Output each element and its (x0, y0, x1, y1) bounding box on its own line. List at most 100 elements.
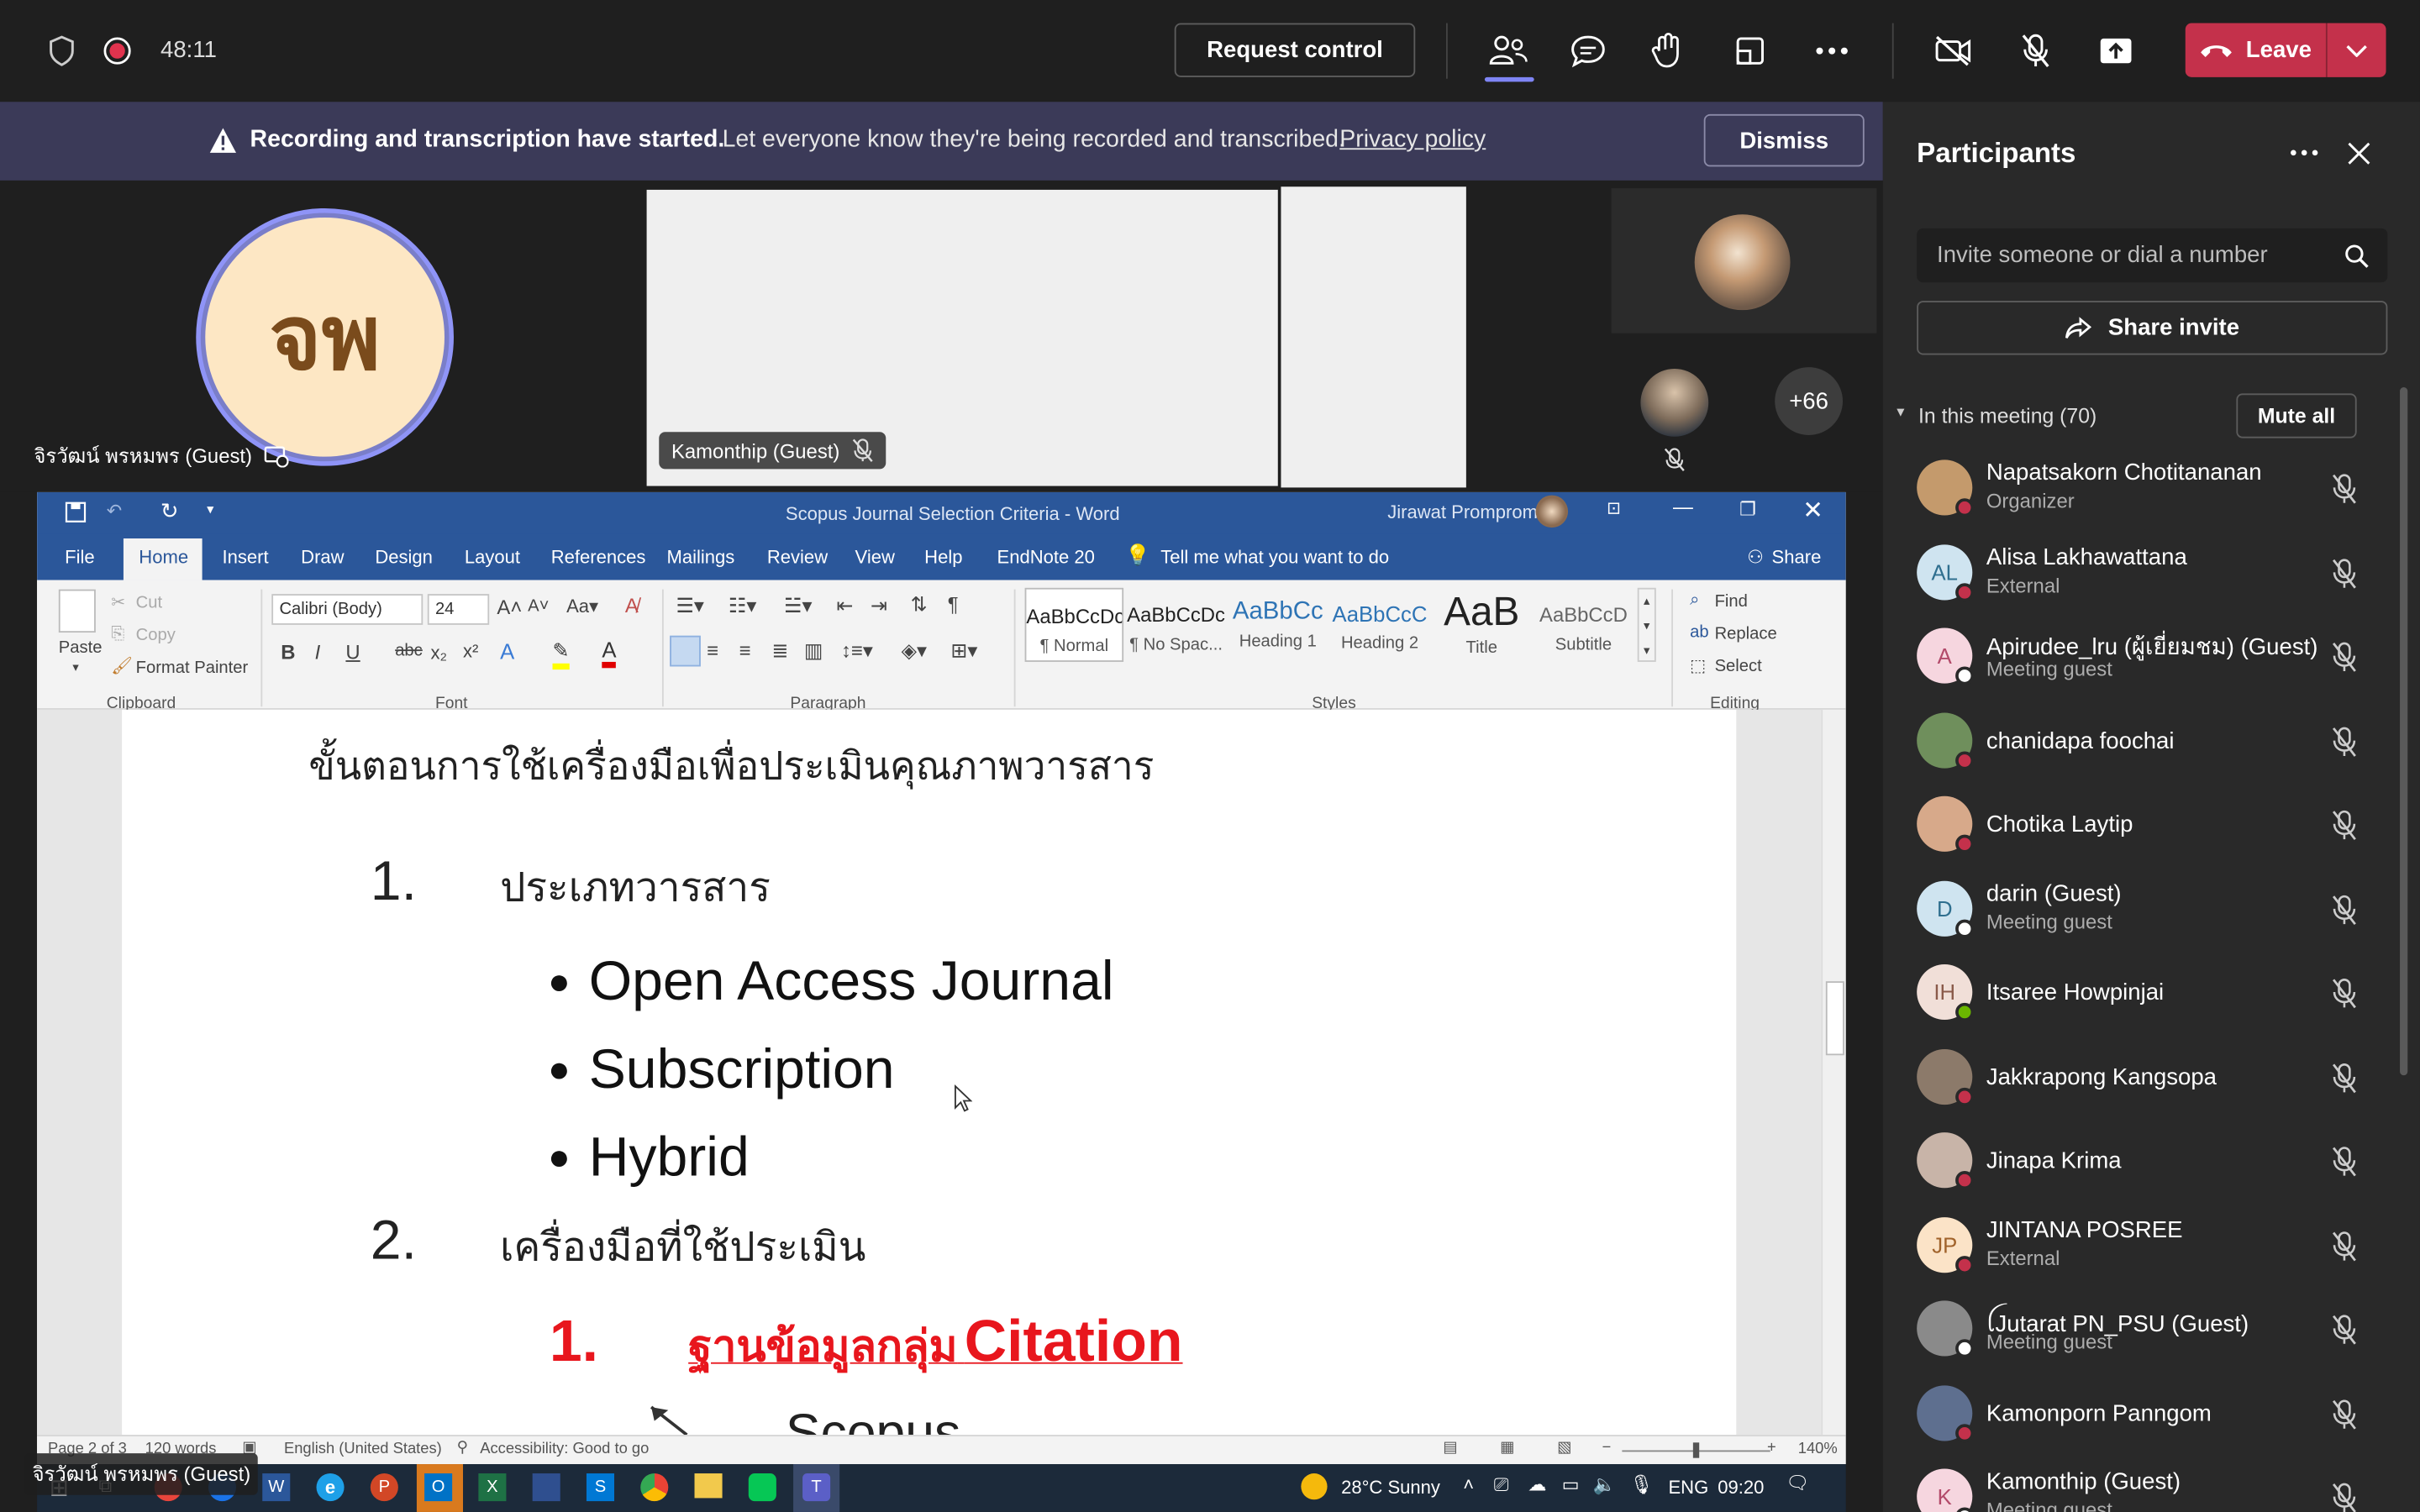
tell-me-search[interactable]: Tell me what you want to do (1160, 546, 1389, 568)
more-options-icon[interactable] (1806, 24, 1858, 76)
style-normal[interactable]: AaBbCcDc ¶ Normal (1024, 587, 1124, 662)
more-participants-badge[interactable]: +66 (1775, 367, 1844, 435)
paste-button[interactable]: Paste (59, 638, 103, 657)
accessibility-status[interactable]: Accessibility: Good to go (480, 1441, 649, 1457)
zoom-level[interactable]: 140% (1798, 1441, 1838, 1457)
word-app-icon[interactable]: W (262, 1473, 291, 1502)
mute-all-button[interactable]: Mute all (2236, 393, 2357, 438)
line-app-icon[interactable] (748, 1473, 776, 1502)
clear-formatting-icon[interactable]: A̸ (625, 594, 639, 617)
cloud-icon[interactable]: ☁ (1528, 1473, 1546, 1495)
participant-row[interactable]: Jinapa Krima (1917, 1132, 2380, 1215)
document-page[interactable]: ขั้นตอนการใช้เครื่องมือเพื่อประเมินคุณภา… (122, 709, 1737, 1436)
cut-button[interactable]: Cut (136, 594, 162, 612)
view-icon[interactable] (1724, 24, 1776, 76)
input-language[interactable]: ENG (1668, 1477, 1708, 1499)
camera-off-icon[interactable] (1928, 24, 1980, 76)
invite-search-input[interactable]: Invite someone or dial a number (1917, 228, 2388, 283)
people-icon[interactable] (1481, 24, 1534, 76)
justify-icon[interactable]: ≣ (771, 638, 788, 663)
video-tile[interactable] (1281, 186, 1466, 488)
increase-indent-icon[interactable]: ⇥ (871, 594, 887, 618)
participant-row[interactable]: IH Itsaree Howpinjai (1917, 963, 2380, 1047)
tab-layout[interactable]: Layout (465, 546, 520, 568)
search-icon[interactable] (2344, 244, 2369, 268)
edge-app-icon[interactable]: e (316, 1473, 345, 1502)
notifications-icon[interactable]: 🗨 (1786, 1472, 1809, 1494)
privacy-policy-link[interactable]: Privacy policy (1339, 127, 1486, 155)
volume-icon[interactable]: 🔈 (1592, 1473, 1615, 1495)
align-center-icon[interactable]: ≡ (707, 638, 718, 662)
strikethrough-icon[interactable]: abc (395, 642, 423, 660)
participant-avatar[interactable] (1640, 368, 1709, 437)
participant-row[interactable]: chanidapa foochai (1917, 712, 2380, 796)
participant-row[interactable]: Jakkrapong Kangsopa (1917, 1048, 2380, 1132)
numbering-icon[interactable]: ☷▾ (729, 594, 756, 618)
zoom-out-icon[interactable]: − (1602, 1440, 1611, 1457)
read-mode-icon[interactable]: ▤ (1443, 1440, 1457, 1457)
align-right-icon[interactable]: ≡ (739, 638, 751, 662)
weather-text[interactable]: 28°C Sunny (1341, 1477, 1440, 1499)
grow-font-icon[interactable]: A˄ (497, 596, 522, 619)
style-title[interactable]: AaB Title (1432, 588, 1531, 662)
styles-scroll[interactable]: ▴ ▾ ▾ (1637, 587, 1656, 662)
restore-icon[interactable]: ❐ (1739, 498, 1756, 520)
share-button[interactable]: Share (1772, 546, 1822, 568)
tab-references[interactable]: References (551, 546, 646, 568)
close-panel-icon[interactable] (2348, 142, 2371, 165)
style-no-spacing[interactable]: AaBbCcDc ¶ No Spac... (1127, 588, 1226, 662)
sort-icon[interactable]: ⇅ (911, 592, 928, 617)
clock[interactable]: 09:20 (1718, 1477, 1764, 1499)
mic-off-icon[interactable] (2328, 1230, 2361, 1263)
print-layout-icon[interactable]: ▦ (1500, 1440, 1514, 1457)
tab-file[interactable]: File (65, 546, 95, 568)
tab-mailings[interactable]: Mailings (666, 546, 734, 568)
align-left-icon[interactable] (670, 635, 701, 667)
format-painter-button[interactable]: Format Painter (136, 659, 249, 677)
microphone-icon[interactable]: 🎙 (1630, 1473, 1654, 1495)
mic-off-icon[interactable] (2328, 808, 2361, 842)
shrink-font-icon[interactable]: A˅ (528, 597, 549, 616)
undo-icon[interactable]: ↶ (107, 500, 122, 522)
multilevel-list-icon[interactable]: ☱▾ (784, 594, 812, 618)
underline-icon[interactable]: U (345, 640, 360, 664)
style-subtitle[interactable]: AaBbCcD Subtitle (1534, 588, 1634, 662)
app-icon[interactable]: S (586, 1473, 615, 1502)
save-icon[interactable] (65, 501, 87, 523)
zoom-in-icon[interactable]: + (1767, 1440, 1776, 1457)
select-button[interactable]: Select (1715, 657, 1762, 675)
tab-review[interactable]: Review (767, 546, 828, 568)
redo-icon[interactable]: ↻ (160, 498, 179, 524)
mic-off-icon[interactable] (2328, 557, 2361, 591)
mic-off-icon[interactable] (2328, 640, 2361, 674)
share-screen-icon[interactable] (2090, 24, 2142, 76)
participant-row[interactable]: Chotika Laytip (1917, 795, 2380, 879)
minimize-icon[interactable]: — (1673, 496, 1693, 519)
vertical-scrollbar[interactable] (1821, 709, 1846, 1436)
show-formatting-icon[interactable]: ¶ (948, 592, 959, 616)
customize-toolbar-icon[interactable]: ▾ (207, 501, 213, 518)
panel-more-icon[interactable] (2291, 150, 2318, 156)
participant-row[interactable]: A Apirudee_lru (ผู้เยี่ยมชม) (Guest) Meeti… (1917, 627, 2380, 711)
outlook-app-icon[interactable]: O (424, 1473, 453, 1502)
mic-off-icon[interactable] (2328, 1398, 2361, 1431)
participant-row[interactable]: ꪶJutarat PN_PSU (Guest) Meeting guest (1917, 1300, 2380, 1383)
dismiss-button[interactable]: Dismiss (1703, 113, 1865, 167)
mic-off-icon[interactable] (2328, 1313, 2361, 1347)
mic-off-icon[interactable] (2009, 24, 2061, 76)
teams-app-icon[interactable]: T (802, 1473, 831, 1502)
scroll-thumb[interactable] (1825, 981, 1844, 1056)
style-heading-1[interactable]: AaBbCc Heading 1 (1228, 588, 1328, 662)
meet-now-icon[interactable]: ⎚ (1494, 1473, 1509, 1497)
mic-off-icon[interactable] (2328, 893, 2361, 927)
participant-row[interactable]: K Kamonthip (Guest) Meeting guest (1917, 1468, 2380, 1512)
in-meeting-count[interactable]: In this meeting (70) (1918, 404, 2096, 428)
italic-icon[interactable]: I (315, 640, 321, 664)
panel-scrollbar[interactable] (2400, 387, 2408, 1076)
tab-insert[interactable]: Insert (222, 546, 268, 568)
mic-off-icon[interactable] (2328, 1481, 2361, 1512)
find-button[interactable]: Find (1715, 592, 1748, 611)
superscript-icon[interactable]: x² (463, 640, 478, 662)
chevron-down-icon[interactable]: ▾ (72, 660, 78, 675)
borders-icon[interactable]: ⊞▾ (950, 638, 977, 663)
